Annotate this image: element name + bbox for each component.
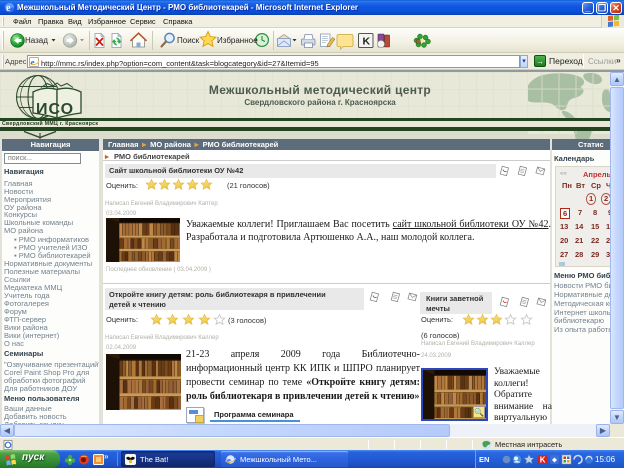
- svg-text:e: e: [6, 3, 11, 14]
- svg-text:e: e: [31, 57, 35, 67]
- svg-text:e: e: [227, 455, 231, 465]
- svg-text:ИСО: ИСО: [36, 101, 74, 118]
- svg-text:K: K: [363, 36, 371, 48]
- svg-text:K: K: [540, 456, 546, 465]
